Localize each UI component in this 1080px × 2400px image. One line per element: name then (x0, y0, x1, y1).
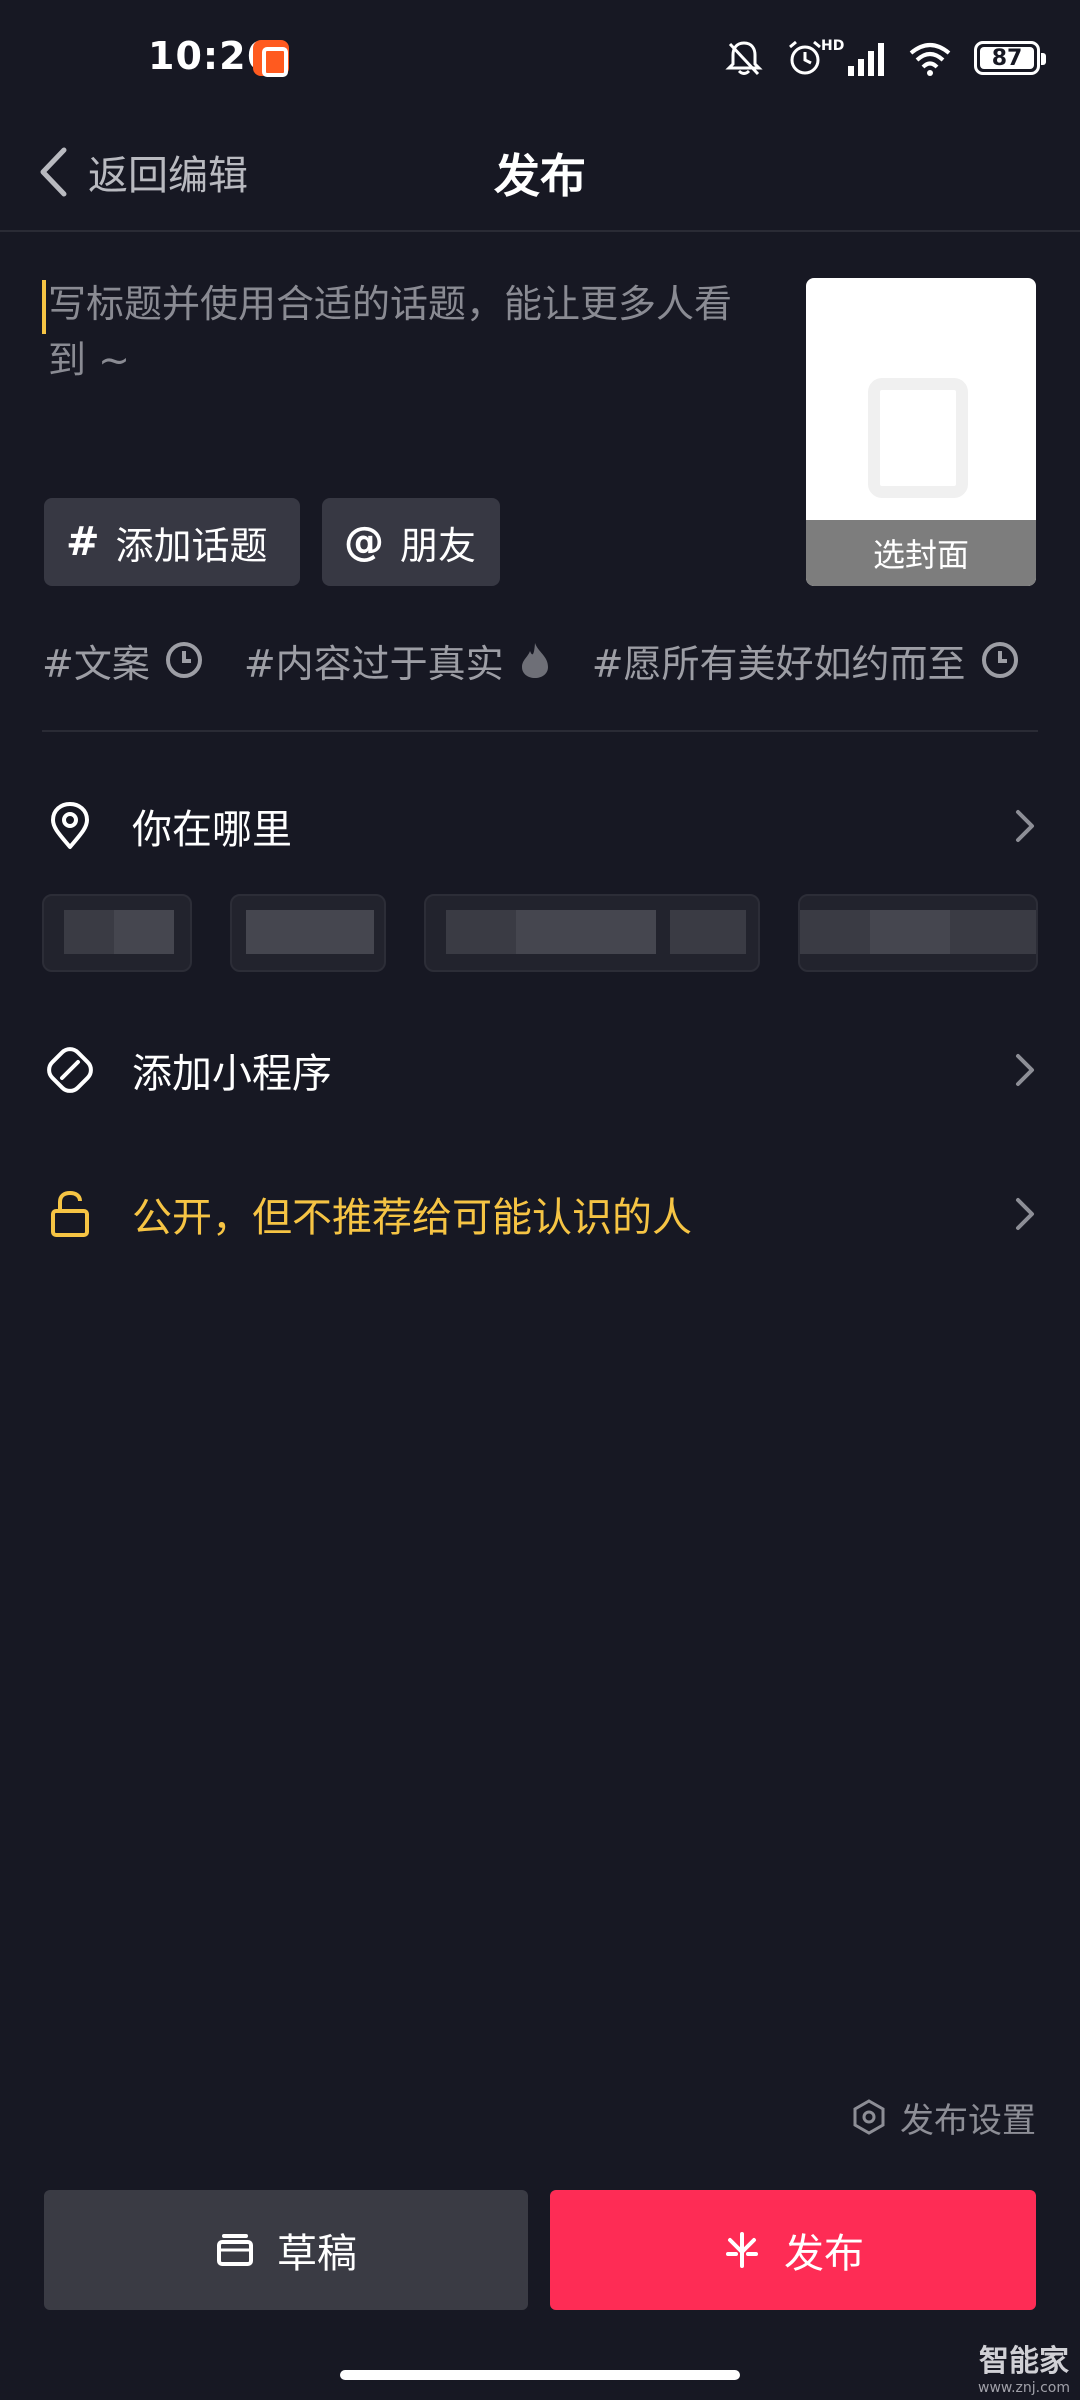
page-title: 发布 (494, 149, 586, 203)
location-suggestions (42, 894, 1080, 972)
clock-icon (981, 642, 1018, 678)
location-suggestion-chip[interactable] (42, 894, 192, 972)
publish-settings-button[interactable]: 发布设置 (852, 2092, 1036, 2142)
watermark: 智能家 www.znj.com (978, 2336, 1070, 2396)
suggested-topic[interactable]: #愿所有美好如约而至 (592, 633, 1020, 688)
cover-thumbnail[interactable]: 选封面 (806, 278, 1036, 586)
topic-text: #内容过于真实 (243, 641, 504, 686)
alarm-icon (789, 40, 821, 75)
mention-friend-label: 朋友 (400, 523, 477, 568)
topic-text: #愿所有美好如约而至 (591, 641, 966, 686)
mention-friend-button[interactable]: @ 朋友 (322, 498, 500, 586)
draft-box-icon (217, 2234, 253, 2266)
chevron-right-icon (1016, 1054, 1034, 1086)
publish-screen: 10:26 HD 87 返回编辑 发布 写标题并使用合适的话题，能让更多人看到 … (0, 0, 1080, 2400)
draft-label: 草稿 (277, 2231, 357, 2277)
publish-button[interactable]: 发布 (550, 2190, 1036, 2310)
chevron-right-icon (1016, 1198, 1034, 1230)
privacy-label: 公开，但不推荐给可能认识的人 (132, 1195, 692, 1241)
location-suggestion-chip[interactable] (424, 894, 760, 972)
location-pin-icon (44, 800, 96, 852)
fire-icon (521, 643, 548, 678)
link-icon (44, 1044, 96, 1096)
nav-bar: 返回编辑 发布 (0, 120, 1080, 232)
location-label: 你在哪里 (132, 807, 292, 853)
select-cover-button[interactable]: 选封面 (806, 520, 1036, 586)
sparkle-icon (726, 2232, 758, 2268)
chevron-right-icon (1016, 810, 1034, 842)
location-row[interactable]: 你在哪里 (0, 778, 1080, 874)
caption-placeholder: 写标题并使用合适的话题，能让更多人看到 ~ (48, 282, 733, 382)
add-topic-label: 添加话题 (115, 523, 268, 568)
suggested-topic[interactable]: #内容过于真实 (244, 633, 552, 688)
mute-bell-icon (725, 41, 763, 76)
settings-hexagon-icon (853, 2099, 885, 2135)
at-icon: @ (344, 519, 384, 565)
battery-percentage: 87 (991, 45, 1023, 71)
watermark-brand: 智能家 (979, 2344, 1069, 2379)
unlock-icon (44, 1188, 96, 1240)
signal-icon (848, 43, 884, 76)
home-indicator[interactable] (340, 2370, 740, 2380)
clock-icon (165, 642, 202, 678)
topic-text: #文案 (42, 641, 150, 686)
caption-input[interactable]: 写标题并使用合适的话题，能让更多人看到 ~ (42, 276, 742, 396)
watermark-url: www.znj.com (978, 2380, 1070, 2396)
suggested-topics: #文案 #内容过于真实 #愿所有美好如约而至 (42, 632, 1080, 688)
add-topic-button[interactable]: # 添加话题 (44, 498, 300, 586)
wifi-icon (909, 43, 951, 76)
publish-settings-label: 发布设置 (900, 2100, 1036, 2141)
add-mini-program-row[interactable]: 添加小程序 (0, 1022, 1080, 1118)
text-cursor (42, 280, 46, 334)
app-notification-icon (253, 40, 289, 77)
status-bar: 10:26 HD 87 (0, 0, 1080, 120)
location-suggestion-chip[interactable] (798, 894, 1038, 972)
publish-label: 发布 (784, 2231, 864, 2277)
location-suggestion-chip[interactable] (230, 894, 386, 972)
hashtag-icon: # (66, 519, 100, 565)
add-mini-program-label: 添加小程序 (132, 1051, 332, 1097)
cover-image (868, 378, 968, 498)
save-draft-button[interactable]: 草稿 (44, 2190, 528, 2310)
privacy-setting-row[interactable]: 公开，但不推荐给可能认识的人 (0, 1166, 1080, 1262)
divider (42, 730, 1038, 732)
status-icons: 87 (724, 36, 1046, 80)
suggested-topic[interactable]: #文案 (42, 633, 204, 688)
battery-icon: 87 (974, 41, 1046, 75)
